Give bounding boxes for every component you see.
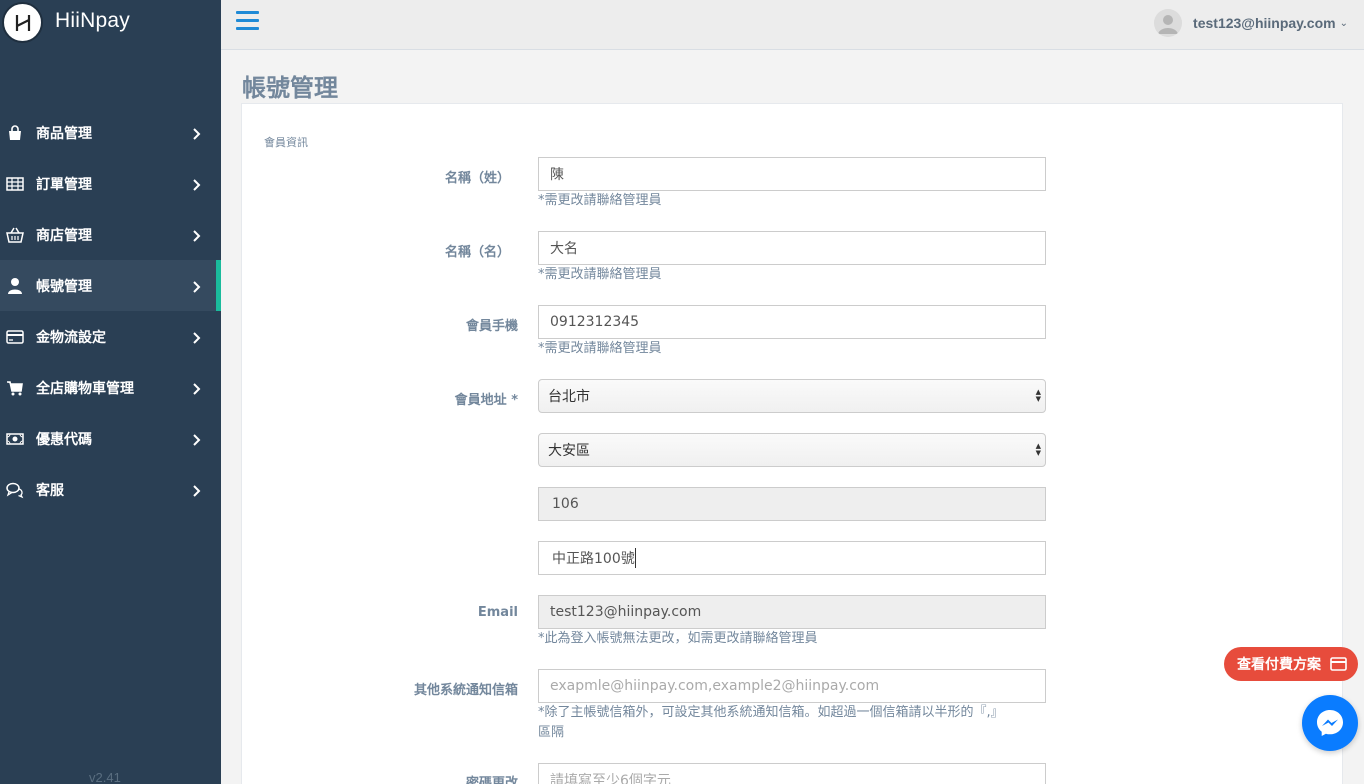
menu-toggle-icon[interactable]: [236, 11, 259, 31]
view-plans-button[interactable]: 查看付費方案: [1224, 647, 1358, 681]
notify-email-input[interactable]: exapmle@hiinpay.com,example2@hiinpay.com: [538, 669, 1046, 703]
table-icon: [6, 175, 24, 193]
city-select[interactable]: 台北市 ▲ ▼: [538, 379, 1046, 413]
view-plans-label: 查看付費方案: [1237, 657, 1321, 673]
address-label: 會員地址 *: [454, 393, 518, 408]
user-menu[interactable]: test123@hiinpay.com ⌄: [1154, 8, 1348, 38]
sidebar-item-label: 訂單管理: [36, 176, 92, 193]
chevron-down-icon: ⌄: [1339, 17, 1348, 29]
credit-card-icon: [6, 328, 24, 346]
chevron-right-icon: [190, 178, 202, 191]
money-icon: [6, 430, 24, 448]
brand[interactable]: HiiNpay: [0, 0, 221, 48]
sidebar-item-label: 優惠代碼: [36, 431, 92, 448]
comments-icon: [6, 481, 24, 499]
phone-field[interactable]: 0912312345: [538, 305, 1046, 339]
phone-help: *需更改請聯絡管理員: [538, 341, 662, 356]
brand-name: HiiNpay: [55, 9, 130, 32]
sidebar-item-label: 商店管理: [36, 227, 92, 244]
sidebar-item-store[interactable]: 商店管理: [0, 209, 221, 260]
email-label: Email: [477, 605, 518, 620]
cart-icon: [6, 379, 24, 397]
messenger-chat-button[interactable]: [1302, 695, 1358, 751]
sidebar-item-label: 帳號管理: [36, 278, 92, 295]
first-name-help: *需更改請聯絡管理員: [538, 267, 662, 282]
sidebar-menu: 商品管理 訂單管理 商店管理 帳號管理 金物流設定 全店購物車管理 優惠代碼 客…: [0, 107, 221, 515]
credit-card-icon: [1330, 657, 1347, 671]
district-select[interactable]: 大安區 ▲ ▼: [538, 433, 1046, 467]
sidebar-item-label: 金物流設定: [36, 329, 106, 346]
select-arrows-icon: ▲ ▼: [1035, 442, 1041, 457]
page-title: 帳號管理: [242, 74, 338, 102]
user-email: test123@hiinpay.com: [1193, 15, 1336, 31]
chevron-right-icon: [190, 280, 202, 293]
sidebar-item-products[interactable]: 商品管理: [0, 107, 221, 158]
version-label: v2.41: [89, 770, 121, 784]
first-name-field[interactable]: 大名: [538, 231, 1046, 265]
sidebar-item-account[interactable]: 帳號管理: [0, 260, 221, 311]
account-form-panel: 會員資訊 名稱（姓） 陳 *需更改請聯絡管理員 名稱（名） 大名 *需更改請聯絡…: [241, 103, 1343, 784]
shopping-bag-icon: [6, 124, 24, 142]
sidebar-item-label: 全店購物車管理: [36, 380, 134, 397]
email-help: *此為登入帳號無法更改，如需更改請聯絡管理員: [538, 631, 818, 646]
password-input[interactable]: 請填寫至少6個字元: [538, 763, 1046, 784]
messenger-icon: [1317, 710, 1343, 736]
notify-email-label: 其他系統通知信箱: [413, 683, 518, 698]
sidebar-item-cart[interactable]: 全店購物車管理: [0, 362, 221, 413]
street-field[interactable]: 中正路100號: [538, 541, 1046, 575]
basket-icon: [6, 226, 24, 244]
first-name-label: 名稱（名）: [444, 245, 510, 260]
sidebar: HiiNpay 商品管理 訂單管理 商店管理 帳號管理 金物流設定 全店購物車管…: [0, 0, 221, 784]
top-nav: test123@hiinpay.com ⌄: [221, 0, 1364, 50]
user-icon: [6, 277, 24, 295]
chevron-right-icon: [190, 229, 202, 242]
section-title: 會員資訊: [264, 136, 308, 149]
avatar: [1154, 9, 1183, 37]
chevron-right-icon: [190, 382, 202, 395]
notify-email-help: *除了主帳號信箱外，可設定其他系統通知信箱。如超過一個信箱請以半形的『,』 區隔: [538, 705, 1004, 740]
last-name-label: 名稱（姓）: [444, 171, 510, 186]
password-label: 密碼更改: [465, 776, 518, 784]
last-name-field[interactable]: 陳: [538, 157, 1046, 191]
phone-label: 會員手機: [465, 319, 518, 334]
chevron-right-icon: [190, 433, 202, 446]
brand-logo-icon: [2, 2, 43, 43]
sidebar-item-support[interactable]: 客服: [0, 464, 221, 515]
sidebar-item-orders[interactable]: 訂單管理: [0, 158, 221, 209]
zip-field: 106: [538, 487, 1046, 521]
sidebar-item-payment-logistics[interactable]: 金物流設定: [0, 311, 221, 362]
chevron-right-icon: [190, 331, 202, 344]
sidebar-item-coupons[interactable]: 優惠代碼: [0, 413, 221, 464]
email-field: test123@hiinpay.com: [538, 595, 1046, 629]
chevron-right-icon: [190, 484, 202, 497]
sidebar-item-label: 商品管理: [36, 125, 92, 142]
chevron-right-icon: [190, 127, 202, 140]
select-arrows-icon: ▲ ▼: [1035, 388, 1041, 403]
last-name-help: *需更改請聯絡管理員: [538, 193, 662, 208]
sidebar-item-label: 客服: [36, 482, 64, 499]
